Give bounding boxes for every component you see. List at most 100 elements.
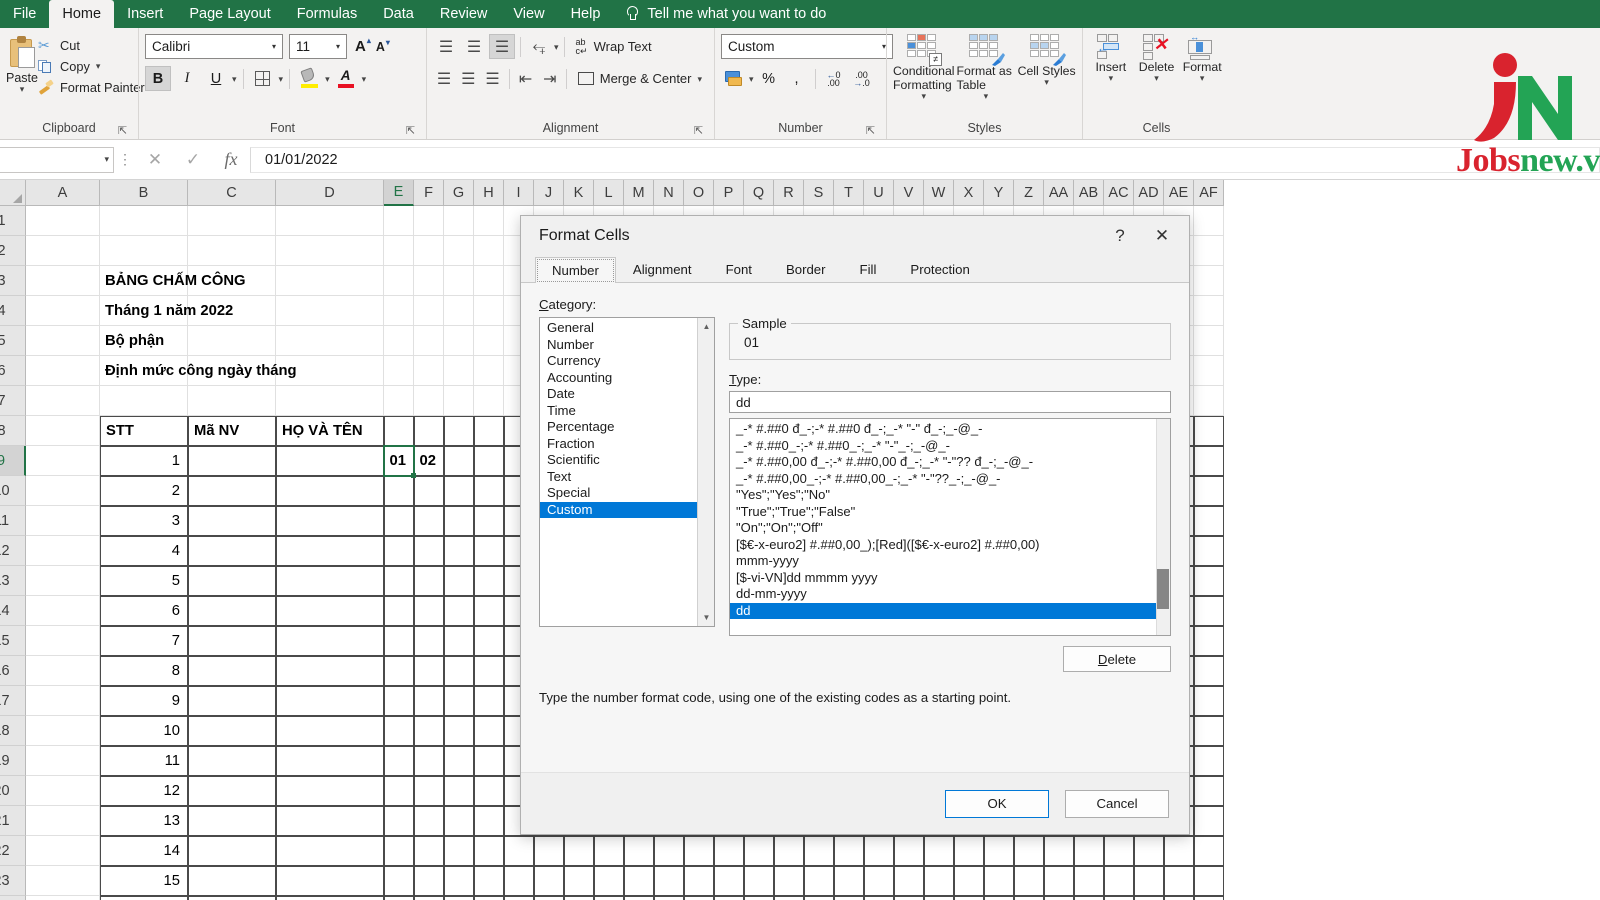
cell-C7[interactable] [188,386,276,416]
cell-P23[interactable] [714,866,744,896]
cell-B14[interactable]: 6 [100,596,188,626]
cell-AF1[interactable] [1194,206,1224,236]
cell-AF23[interactable] [1194,866,1224,896]
row-header-24[interactable]: 24 [0,896,26,900]
cell-Y22[interactable] [984,836,1014,866]
cell-AF14[interactable] [1194,596,1224,626]
column-header-w[interactable]: W [924,180,954,206]
category-item[interactable]: Accounting [540,370,714,387]
borders-button[interactable] [250,66,276,91]
font-color-button[interactable]: A [333,66,359,91]
type-item[interactable]: mmm-yyyy [730,553,1170,570]
delete-cells-button[interactable]: ✕ Delete ▾ [1135,34,1179,83]
cell-C20[interactable] [188,776,276,806]
cell-F13[interactable] [414,566,444,596]
cell-Q22[interactable] [744,836,774,866]
column-header-d[interactable]: D [276,180,384,206]
cell-C21[interactable] [188,806,276,836]
cell-Q24[interactable] [744,896,774,900]
cell-AF16[interactable] [1194,656,1224,686]
cell-B7[interactable] [100,386,188,416]
cell-AF7[interactable] [1194,386,1224,416]
comma-style-button[interactable]: , [784,66,810,91]
cell-B5[interactable]: Bộ phận [100,326,384,356]
cell-X24[interactable] [954,896,984,900]
chevron-down-icon[interactable]: ▾ [984,92,989,101]
cell-H24[interactable] [474,896,504,900]
cancel-button[interactable]: Cancel [1065,789,1169,818]
cell-D14[interactable] [276,596,384,626]
column-header-ad[interactable]: AD [1134,180,1164,206]
type-item[interactable]: dd [730,602,1170,619]
cell-I22[interactable] [504,836,534,866]
cell-G10[interactable] [444,476,474,506]
cell-V23[interactable] [894,866,924,896]
cell-N23[interactable] [654,866,684,896]
cell-D11[interactable] [276,506,384,536]
cell-B13[interactable]: 5 [100,566,188,596]
cell-N22[interactable] [654,836,684,866]
cell-E4[interactable] [384,296,414,326]
category-listbox[interactable]: General Number Currency Accounting Date Time P… [539,317,715,627]
cell-H14[interactable] [474,596,504,626]
cell-E7[interactable] [384,386,414,416]
column-header-j[interactable]: J [534,180,564,206]
column-header-s[interactable]: S [804,180,834,206]
cell-D15[interactable] [276,626,384,656]
cell-C2[interactable] [188,236,276,266]
cell-H15[interactable] [474,626,504,656]
cell-I24[interactable] [504,896,534,900]
cell-AB24[interactable] [1074,896,1104,900]
cell-A15[interactable] [26,626,100,656]
formula-bar-grip[interactable]: ⋮ [114,151,136,168]
cell-A14[interactable] [26,596,100,626]
column-header-t[interactable]: T [834,180,864,206]
cell-H6[interactable] [474,356,504,386]
cell-E17[interactable] [384,686,414,716]
type-item[interactable]: "True";"True";"False" [730,504,1170,521]
cell-U24[interactable] [864,896,894,900]
cell-U23[interactable] [864,866,894,896]
cell-D23[interactable] [276,866,384,896]
row-header-19[interactable]: 19 [0,746,26,776]
cell-F15[interactable] [414,626,444,656]
dialog-tab-protection[interactable]: Protection [893,256,986,283]
cell-B11[interactable]: 3 [100,506,188,536]
row-header-2[interactable]: 2 [0,236,26,266]
ribbon-tab-home[interactable]: Home [49,0,115,28]
cell-F20[interactable] [414,776,444,806]
cell-H11[interactable] [474,506,504,536]
merge-center-button[interactable]: Merge & Center ▾ [572,66,708,91]
cell-AD23[interactable] [1134,866,1164,896]
column-header-ae[interactable]: AE [1164,180,1194,206]
category-item[interactable]: General [540,320,714,337]
cell-F3[interactable] [414,266,444,296]
column-header-y[interactable]: Y [984,180,1014,206]
row-header-16[interactable]: 16 [0,656,26,686]
bold-button[interactable]: B [145,66,171,91]
cell-G1[interactable] [444,206,474,236]
wrap-text-button[interactable]: ab c↵ Wrap Text [570,34,658,59]
type-listbox[interactable]: _-* #.##0 đ_-;-* #.##0 đ_-;_-* "-" đ_-;_… [729,418,1171,636]
cell-F9[interactable]: 02 [414,446,444,476]
cell-A24[interactable] [26,896,100,900]
cell-AA24[interactable] [1044,896,1074,900]
cell-A7[interactable] [26,386,100,416]
cell-H23[interactable] [474,866,504,896]
column-header-e[interactable]: E [384,180,414,206]
cell-D13[interactable] [276,566,384,596]
cell-D22[interactable] [276,836,384,866]
chevron-down-icon[interactable]: ▾ [279,74,284,83]
cell-G11[interactable] [444,506,474,536]
cell-G12[interactable] [444,536,474,566]
cell-F1[interactable] [414,206,444,236]
cell-E5[interactable] [384,326,414,356]
cell-B10[interactable]: 2 [100,476,188,506]
column-header-m[interactable]: M [624,180,654,206]
cell-AB22[interactable] [1074,836,1104,866]
cell-B4[interactable]: Tháng 1 năm 2022 [100,296,384,326]
cell-A2[interactable] [26,236,100,266]
cell-F7[interactable] [414,386,444,416]
cell-F23[interactable] [414,866,444,896]
cell-T23[interactable] [834,866,864,896]
